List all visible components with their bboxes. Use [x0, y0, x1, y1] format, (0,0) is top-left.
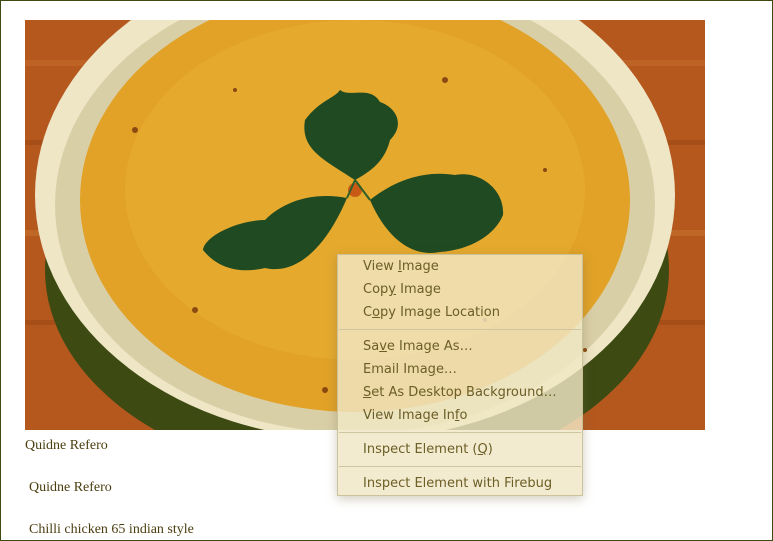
menu-item-save-image-as[interactable]: Save Image As…	[363, 337, 473, 357]
menu-item-inspect-with-firebug[interactable]: Inspect Element with Firebug	[363, 474, 552, 494]
menu-item-inspect-element[interactable]: Inspect Element (Q)	[363, 440, 493, 460]
menu-separator	[339, 432, 581, 433]
menu-separator	[339, 466, 581, 467]
menu-item-copy-image-location[interactable]: Copy Image Location	[363, 303, 500, 323]
menu-item-copy-image[interactable]: Copy Image	[363, 280, 441, 300]
menu-separator	[339, 329, 581, 330]
menu-item-email-image[interactable]: Email Image…	[363, 360, 457, 380]
text-line-1: Quidne Refero	[25, 438, 108, 453]
menu-item-view-image[interactable]: View Image	[363, 257, 439, 277]
context-menu: View Image Copy Image Copy Image Locatio…	[337, 254, 583, 496]
menu-item-view-image-info[interactable]: View Image Info	[363, 406, 467, 426]
text-line-2: Quidne Refero	[29, 480, 112, 495]
menu-item-set-desktop-background[interactable]: Set As Desktop Background…	[363, 383, 557, 403]
text-line-3: Chilli chicken 65 indian style	[29, 522, 194, 537]
